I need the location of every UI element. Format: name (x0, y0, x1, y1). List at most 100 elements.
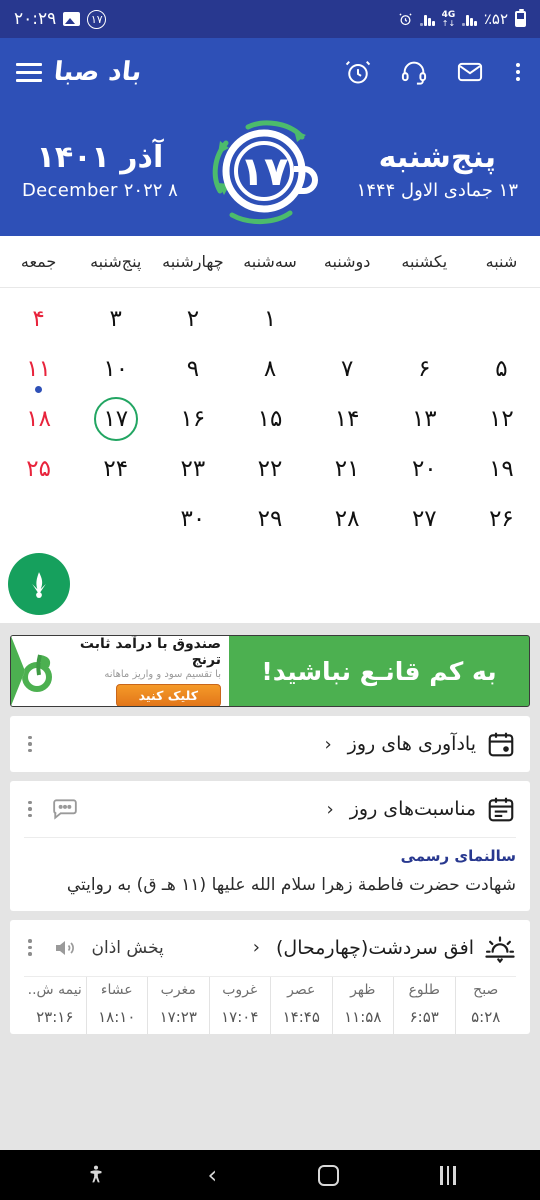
day-number: ۶ (418, 356, 431, 382)
day-cell[interactable]: ۳۰ (154, 494, 231, 544)
day-cell[interactable]: ۲۶ (463, 494, 540, 544)
prayer-column-label: مغرب (147, 976, 209, 1003)
chevron-icon[interactable]: ‹ (253, 937, 260, 958)
battery-percent: ٪۵۲ (483, 10, 508, 28)
day-cell[interactable]: ۲۴ (77, 444, 154, 494)
prayer-overflow-icon[interactable] (24, 935, 36, 960)
day-cell[interactable]: ۴ (0, 294, 77, 344)
app-bar-actions (344, 57, 524, 87)
status-bar-left: ٪۵۲ 4G ↓↑ (398, 9, 526, 28)
occasion-source: سالنمای رسمی (400, 847, 516, 865)
day-cell-empty (386, 294, 463, 344)
back-icon[interactable]: › (207, 1163, 217, 1187)
reminders-row[interactable]: یادآوری های روز ‹ (24, 716, 516, 772)
day-cell[interactable]: ۱۰ (77, 344, 154, 394)
headset-icon[interactable] (400, 58, 428, 86)
prayer-times-card[interactable]: افق سردشت(چهارمحال) ‹ پخش اذان صبح طلوع ظه… (10, 919, 530, 1034)
app-bar-brand: باد صبا (16, 57, 143, 87)
hamburger-icon[interactable] (16, 62, 42, 82)
day-number: ۱۷ (93, 397, 138, 441)
notification-badge: ۱۷ (87, 9, 107, 29)
day-cell[interactable]: ۱ (231, 294, 308, 344)
day-cell[interactable]: ۱۷ (77, 394, 154, 444)
day-cell[interactable]: ۳ (77, 294, 154, 344)
day-number: ۳ (109, 306, 122, 332)
envelope-icon[interactable] (456, 58, 484, 86)
day-cell[interactable]: ۶ (386, 344, 463, 394)
day-cell[interactable]: ۲۷ (386, 494, 463, 544)
day-cell[interactable]: ۹ (154, 344, 231, 394)
occasions-card[interactable]: مناسبت‌های روز ‹ سالنمای رسمی شهادت حضرت (10, 781, 530, 911)
day-cell[interactable]: ۷ (309, 344, 386, 394)
prayer-tools: پخش اذان (24, 935, 164, 960)
day-cell[interactable]: ۱۱ (0, 344, 77, 394)
home-icon[interactable] (318, 1164, 340, 1186)
day-cell[interactable]: ۱۴ (309, 394, 386, 444)
day-cell[interactable]: ۲۹ (231, 494, 308, 544)
day-cell[interactable]: ۱۸ (0, 394, 77, 444)
day-cell[interactable]: ۲۰ (386, 444, 463, 494)
reminders-card[interactable]: یادآوری های روز ‹ (10, 716, 530, 772)
accessibility-icon[interactable] (85, 1164, 107, 1186)
alarm-clock-icon[interactable] (344, 58, 372, 86)
month-year-label: آذر ۱۴۰۱ (36, 139, 164, 175)
day-cell-empty (463, 294, 540, 344)
speaker-icon[interactable] (50, 936, 78, 960)
day-cell[interactable]: ۱۶ (154, 394, 231, 444)
android-nav-bar: › (0, 1150, 540, 1200)
chevron-icon[interactable]: ‹ (324, 734, 331, 755)
day-cell[interactable]: ۲۸ (309, 494, 386, 544)
day-number: ۲ (186, 306, 200, 332)
prayer-columns: صبح طلوع ظهر عصر غروب مغرب عشاء نیمه ش.. (24, 976, 516, 1003)
day-cell[interactable]: ۲۲ (231, 444, 308, 494)
day-cell-empty (77, 494, 154, 544)
day-cell[interactable]: ۲۳ (154, 444, 231, 494)
day-cell[interactable]: ۱۹ (463, 444, 540, 494)
day-cell[interactable]: ۲ (154, 294, 231, 344)
day-cell[interactable]: ۱۲ (463, 394, 540, 444)
hero-day-number: ۱۷ (240, 149, 289, 195)
day-number: ۱۳ (411, 406, 437, 432)
occasions-overflow-icon[interactable] (24, 797, 36, 822)
ad-title: صندوق با درآمد ثابت ترنج (79, 635, 221, 668)
day-number: ۱۶ (180, 406, 206, 432)
ad-subtitle: با تقسیم سود و واریز ماهانه (104, 668, 221, 680)
prayer-location-row[interactable]: افق سردشت(چهارمحال) ‹ پخش اذان (24, 920, 516, 976)
reminders-title: یادآوری های روز (347, 733, 476, 755)
day-cell[interactable]: ۲۱ (309, 444, 386, 494)
azan-label: پخش اذان (91, 937, 164, 958)
ad-banner[interactable]: به کم قانـع نباشید! صندوق با درآمد ثابت … (10, 635, 530, 707)
day-cell[interactable]: ۱۳ (386, 394, 463, 444)
ad-cta-button[interactable]: کلیک کنید (115, 683, 221, 706)
recents-icon[interactable] (440, 1165, 456, 1185)
day-grid: ۱ ۲ ۳ ۴ ۵ ۶ ۷ ۸ ۹ ۱۰ ۱۱ ۱۲ ۱۳ ۱۴ ۱۵ ۱۶ ۱۷ ۱۸ ۱۹ ۲۰ ۲۱ ۲۲ ۲۳ ۲۴ ۲… (0, 288, 540, 544)
alarm-icon (399, 12, 412, 25)
network-type-icon: 4G ↓↑ (442, 10, 456, 28)
download-arrow-icon[interactable] (8, 553, 70, 615)
day-cell[interactable]: ۵ (463, 344, 540, 394)
occasions-title-group: مناسبت‌های روز ‹ (327, 794, 516, 824)
day-number: ۱۴ (334, 406, 360, 432)
weekday-1: یکشنبه (401, 252, 448, 271)
occasions-row[interactable]: مناسبت‌های روز ‹ (24, 781, 516, 837)
day-cell[interactable]: ۲۵ (0, 444, 77, 494)
day-cell[interactable]: ۱۵ (231, 394, 308, 444)
chevron-icon[interactable]: ‹ (327, 799, 334, 820)
prayer-column-label: عصر (270, 976, 332, 1003)
day-number: ۴ (32, 306, 45, 332)
battery-icon (515, 9, 526, 27)
weekday-3: سه‌شنبه (243, 252, 297, 271)
month-calendar: شنبه یکشنبه دوشنبه سه‌شنبه چهارشنبه پنج‌… (0, 236, 540, 623)
gregorian-date: ۸ December ۲۰۲۲ (22, 180, 178, 202)
overflow-menu-icon[interactable] (512, 57, 524, 87)
day-number: ۱۰ (103, 356, 129, 382)
calendar-dot-icon (488, 732, 514, 757)
prayer-location: افق سردشت(چهارمحال) (275, 936, 474, 959)
comment-icon[interactable] (50, 796, 80, 822)
prayer-time-value: ۱۸:۱۰ (85, 1002, 148, 1034)
day-cell[interactable]: ۸ (231, 344, 308, 394)
weekday-label: پنج‌شنبه (378, 139, 496, 175)
signal-icon (462, 12, 477, 26)
content-area: به کم قانـع نباشید! صندوق با درآمد ثابت … (0, 623, 540, 1150)
reminders-overflow-icon[interactable] (24, 732, 36, 757)
